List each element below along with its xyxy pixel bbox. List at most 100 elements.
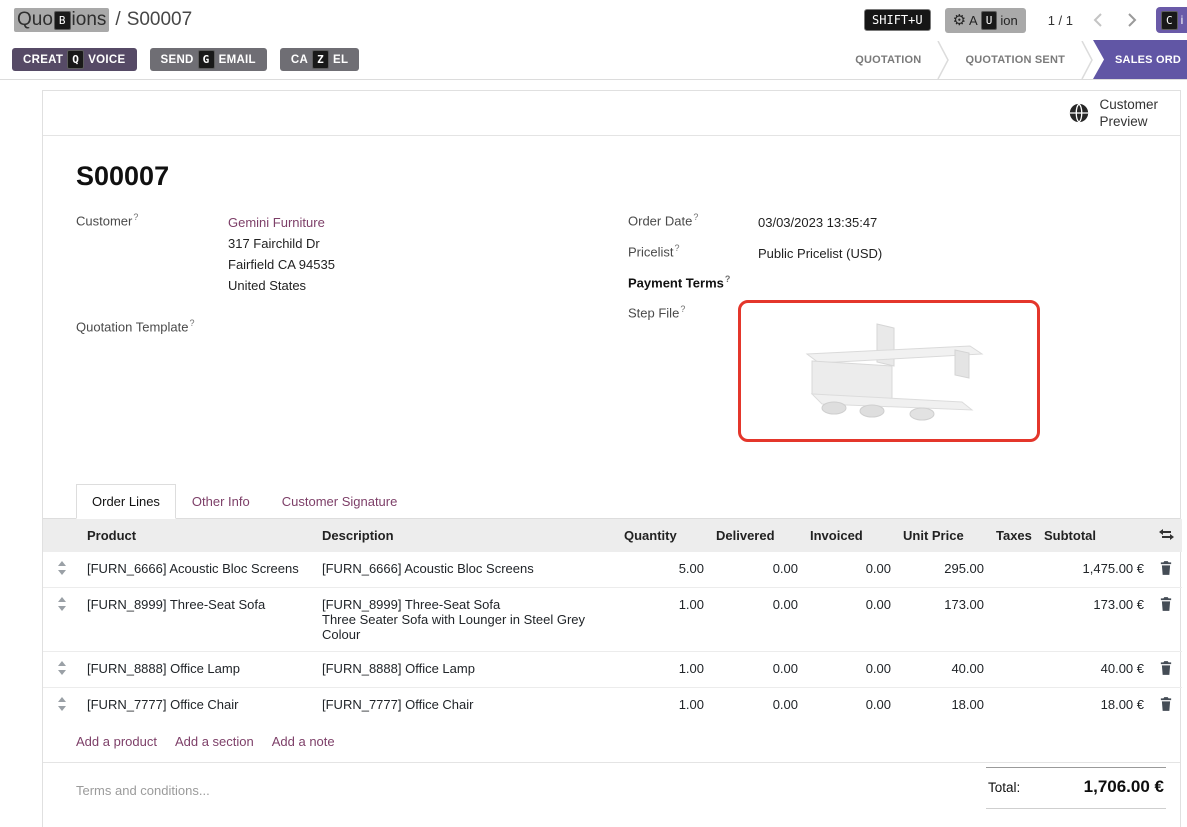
unit-price-cell[interactable]: 173.00: [897, 588, 990, 652]
description-cell[interactable]: [FURN_7777] Office Chair: [316, 688, 618, 724]
globe-icon: [1068, 102, 1090, 124]
invoiced-cell[interactable]: 0.00: [804, 588, 897, 652]
field-customer: Customer? Gemini Furniture 317 Fairchild…: [76, 212, 628, 296]
status-step-quotation[interactable]: QUOTATION: [839, 40, 937, 79]
taxes-column-header[interactable]: Taxes: [990, 519, 1038, 552]
row-drag-handle[interactable]: [43, 588, 81, 652]
delete-row-button[interactable]: [1150, 652, 1182, 688]
pricelist-value[interactable]: Public Pricelist (USD): [758, 243, 882, 264]
quantity-cell[interactable]: 1.00: [618, 588, 710, 652]
terms-and-conditions-placeholder[interactable]: Terms and conditions...: [76, 783, 210, 809]
add-a-section-link[interactable]: Add a section: [175, 734, 254, 749]
delivered-cell[interactable]: 0.00: [710, 652, 804, 688]
quantity-cell[interactable]: 5.00: [618, 552, 710, 588]
customer-link[interactable]: Gemini Furniture: [228, 215, 325, 230]
delete-row-button[interactable]: [1150, 552, 1182, 588]
delete-row-button[interactable]: [1150, 688, 1182, 724]
status-bar: QUOTATION QUOTATION SENT SALES ORD: [839, 40, 1187, 79]
subtotal-column-header[interactable]: Subtotal: [1038, 519, 1150, 552]
unit-price-cell[interactable]: 295.00: [897, 552, 990, 588]
quantity-column-header[interactable]: Quantity: [618, 519, 710, 552]
delivered-cell[interactable]: 0.00: [710, 552, 804, 588]
quantity-cell[interactable]: 1.00: [618, 688, 710, 724]
pricelist-label: Pricelist?: [628, 243, 738, 259]
pager-next-button[interactable]: [1122, 13, 1143, 27]
field-pricelist: Pricelist? Public Pricelist (USD): [628, 243, 1180, 264]
status-step-sales-order[interactable]: SALES ORD: [1093, 40, 1187, 79]
taxes-cell[interactable]: [990, 652, 1038, 688]
invoiced-cell[interactable]: 0.00: [804, 552, 897, 588]
list-footer-links: Add a product Add a section Add a note: [43, 723, 1180, 763]
row-drag-handle[interactable]: [43, 688, 81, 724]
subtotal-cell: 40.00 €: [1038, 652, 1150, 688]
delivered-cell[interactable]: 0.00: [710, 588, 804, 652]
product-column-header[interactable]: Product: [81, 519, 316, 552]
description-cell[interactable]: [FURN_6666] Acoustic Bloc Screens: [316, 552, 618, 588]
delivered-column-header[interactable]: Delivered: [710, 519, 804, 552]
invoiced-cell[interactable]: 0.00: [804, 652, 897, 688]
invoiced-column-header[interactable]: Invoiced: [804, 519, 897, 552]
taxes-cell[interactable]: [990, 688, 1038, 724]
taxes-cell[interactable]: [990, 552, 1038, 588]
cancel-button[interactable]: CA Z EL: [280, 48, 359, 71]
customer-address-line: United States: [228, 275, 335, 296]
taxes-cell[interactable]: [990, 588, 1038, 652]
row-drag-handle[interactable]: [43, 552, 81, 588]
drag-handle-icon: [57, 697, 67, 711]
description-column-header[interactable]: Description: [316, 519, 618, 552]
invoiced-cell[interactable]: 0.00: [804, 688, 897, 724]
new-button-partial[interactable]: C i: [1156, 7, 1187, 33]
shortcut-badge: SHIFT+U: [864, 9, 931, 31]
optional-columns-button[interactable]: [1150, 519, 1182, 552]
help-marker: ?: [675, 243, 680, 253]
quantity-cell[interactable]: 1.00: [618, 652, 710, 688]
form-sheet: Customer Preview S00007 Customer? Gemini…: [42, 90, 1181, 827]
cancel-label-pre: CA: [291, 54, 308, 66]
subtotal-cell: 1,475.00 €: [1038, 552, 1150, 588]
tab-other-info[interactable]: Other Info: [176, 484, 266, 519]
breadcrumb-parent-post: ions: [72, 9, 107, 31]
table-header-row: Product Description Quantity Delivered I…: [43, 519, 1182, 552]
action-menu-button[interactable]: ⚙ A U ion: [945, 8, 1026, 33]
totals-block: Total: 1,706.00 €: [986, 767, 1166, 809]
step-file-image[interactable]: [738, 300, 1040, 442]
trash-icon: [1160, 561, 1172, 575]
breadcrumb: Quo B ions / S00007: [14, 8, 192, 32]
add-a-note-link[interactable]: Add a note: [272, 734, 335, 749]
delete-row-button[interactable]: [1150, 588, 1182, 652]
create-invoice-label-pre: CREAT: [23, 54, 63, 66]
status-step-quotation-sent[interactable]: QUOTATION SENT: [949, 40, 1081, 79]
field-group-right: Order Date? 03/03/2023 13:35:47 Pricelis…: [628, 212, 1180, 452]
add-a-product-link[interactable]: Add a product: [76, 734, 157, 749]
breadcrumb-current: S00007: [127, 9, 193, 31]
create-invoice-label-post: VOICE: [88, 54, 125, 66]
create-invoice-button[interactable]: CREAT Q VOICE: [12, 48, 137, 71]
unit-price-column-header[interactable]: Unit Price: [897, 519, 990, 552]
unit-price-cell[interactable]: 40.00: [897, 652, 990, 688]
send-email-button[interactable]: SEND G EMAIL: [150, 48, 267, 71]
description-cell[interactable]: [FURN_8999] Three-Seat Sofa Three Seater…: [316, 588, 618, 652]
breadcrumb-quotations-link[interactable]: Quo B ions: [14, 8, 109, 32]
customer-label: Customer?: [76, 212, 228, 228]
trash-icon: [1160, 661, 1172, 675]
product-cell[interactable]: [FURN_7777] Office Chair: [81, 688, 316, 724]
tab-customer-signature[interactable]: Customer Signature: [266, 484, 414, 519]
delivered-cell[interactable]: 0.00: [710, 688, 804, 724]
customer-preview-button[interactable]: Customer Preview: [1068, 96, 1158, 130]
unit-price-cell[interactable]: 18.00: [897, 688, 990, 724]
product-cell[interactable]: [FURN_6666] Acoustic Bloc Screens: [81, 552, 316, 588]
send-email-label-post: EMAIL: [219, 54, 256, 66]
handle-column-header: [43, 519, 81, 552]
description-cell[interactable]: [FURN_8888] Office Lamp: [316, 652, 618, 688]
tab-order-lines[interactable]: Order Lines: [76, 484, 176, 519]
product-cell[interactable]: [FURN_8999] Three-Seat Sofa: [81, 588, 316, 652]
help-marker: ?: [693, 212, 698, 222]
table-row: [FURN_8999] Three-Seat Sofa [FURN_8999] …: [43, 588, 1182, 652]
order-date-value[interactable]: 03/03/2023 13:35:47: [758, 212, 877, 233]
top-bar: Quo B ions / S00007 SHIFT+U ⚙ A U ion 1 …: [0, 0, 1187, 40]
drag-handle-icon: [57, 597, 67, 611]
row-drag-handle[interactable]: [43, 652, 81, 688]
status-separator: [1081, 40, 1093, 79]
pager-previous-button[interactable]: [1087, 13, 1108, 27]
product-cell[interactable]: [FURN_8888] Office Lamp: [81, 652, 316, 688]
